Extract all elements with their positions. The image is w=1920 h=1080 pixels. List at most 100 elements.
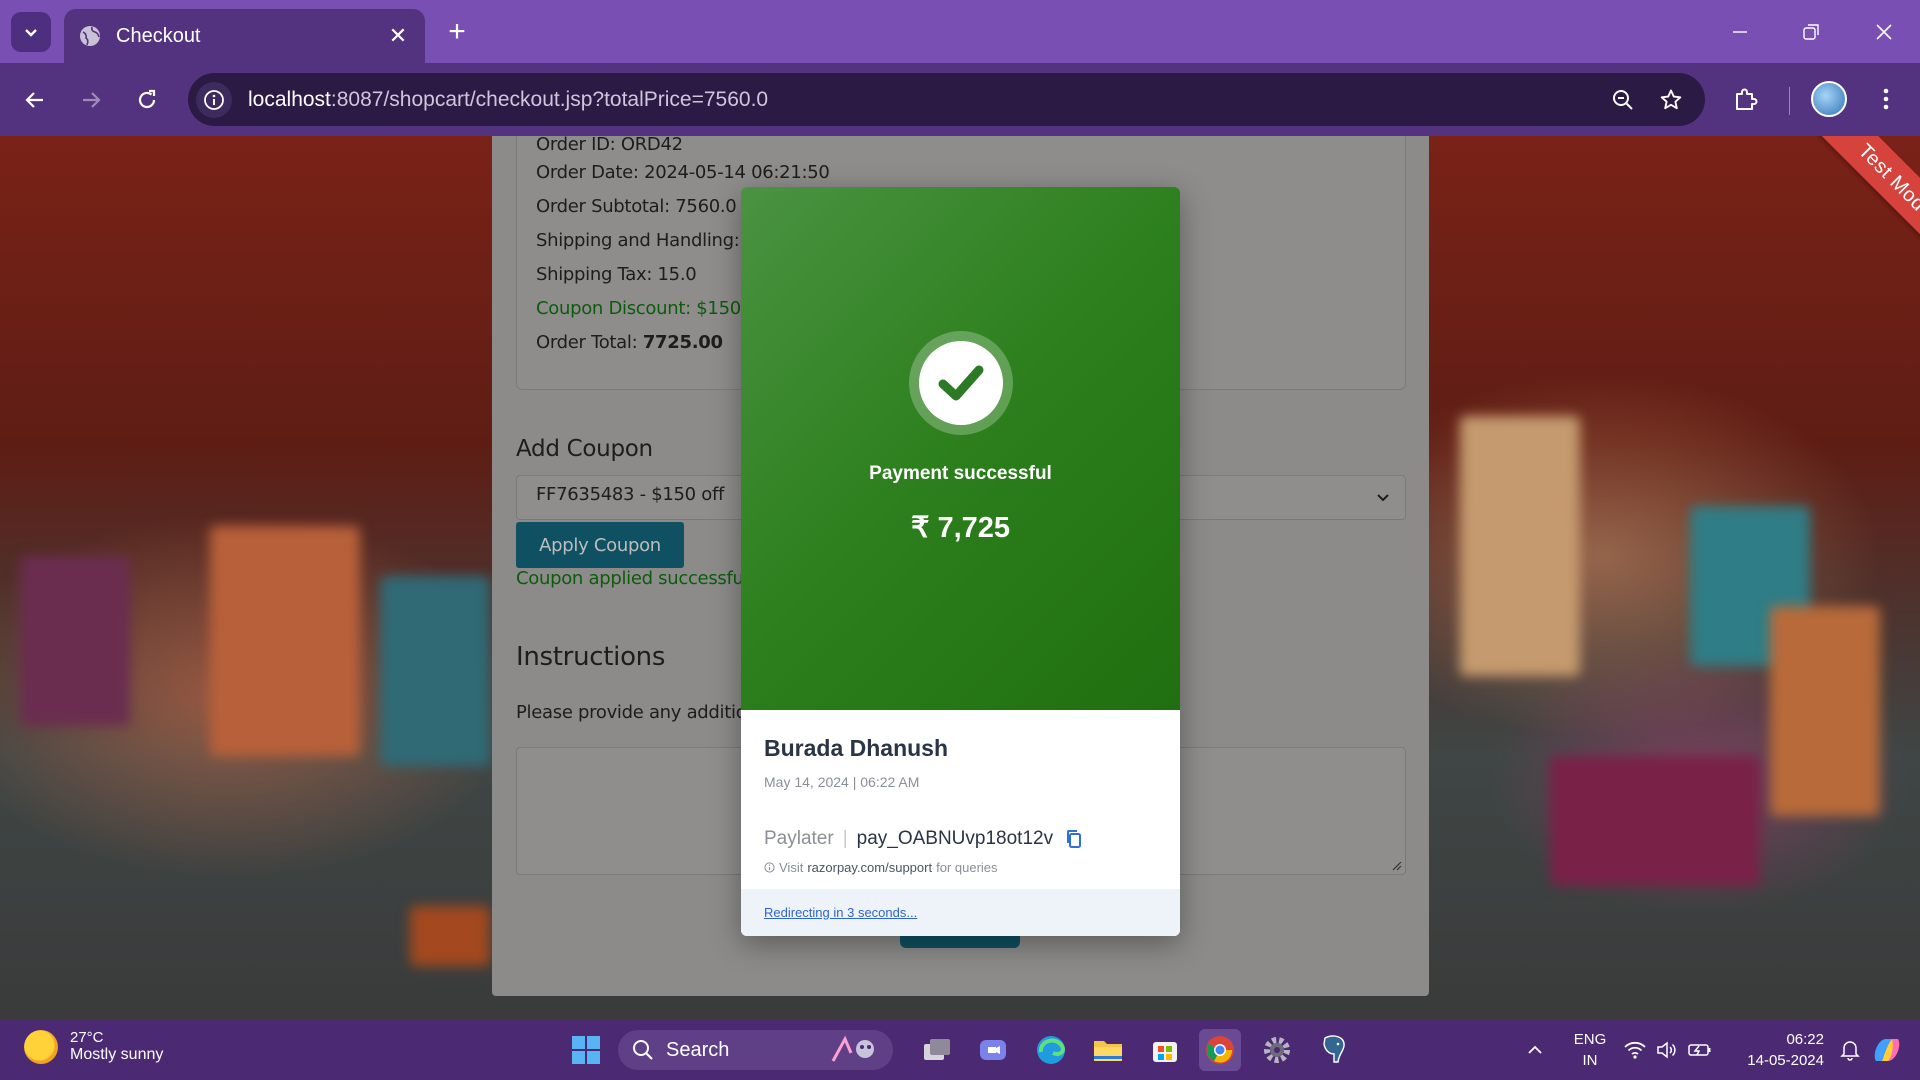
edge-button[interactable]: [1030, 1029, 1072, 1071]
file-explorer-button[interactable]: [1087, 1029, 1129, 1071]
store-icon: [1153, 1042, 1177, 1062]
store-button[interactable]: [1144, 1029, 1186, 1071]
payment-datetime: May 14, 2024 | 06:22 AM: [764, 774, 920, 790]
zoom-button[interactable]: [1603, 80, 1643, 120]
apply-coupon-button[interactable]: Apply Coupon: [516, 522, 684, 568]
chrome-button[interactable]: [1199, 1029, 1241, 1071]
background-decoration: [380, 576, 490, 766]
forward-button[interactable]: [70, 79, 112, 121]
more-vertical-icon: [1883, 88, 1889, 110]
background-decoration: [1460, 416, 1580, 676]
browser-toolbar: localhost:8087/shopcart/checkout.jsp?tot…: [0, 63, 1920, 136]
background-decoration: [410, 906, 490, 966]
tab-checkout[interactable]: Checkout ✕: [64, 9, 425, 63]
tab-search-button[interactable]: [11, 12, 51, 52]
battery-status[interactable]: [1688, 1019, 1712, 1080]
minimize-icon: [1733, 30, 1747, 33]
payment-id: pay_OABNUvp18ot12v: [856, 828, 1054, 849]
extensions-button[interactable]: [1724, 77, 1768, 121]
redirect-bar: Redirecting in 3 seconds...: [741, 889, 1180, 936]
address-bar[interactable]: localhost:8087/shopcart/checkout.jsp?tot…: [188, 73, 1705, 126]
chevron-down-icon: [1377, 494, 1389, 502]
star-icon: [1660, 89, 1682, 109]
weather-condition: Mostly sunny: [70, 1046, 164, 1063]
support-suffix: for queries: [936, 860, 998, 875]
payment-method-row: Paylater | pay_OABNUvp18ot12v: [764, 828, 1083, 850]
shipping-handling: Shipping and Handling:: [536, 230, 740, 251]
profile-avatar[interactable]: [1811, 81, 1847, 117]
start-button[interactable]: [565, 1029, 607, 1071]
browser-menu-button[interactable]: [1864, 77, 1908, 121]
video-chat-icon: [980, 1040, 1006, 1060]
copilot-button[interactable]: [1870, 1019, 1904, 1080]
wifi-icon: [1624, 1041, 1646, 1059]
elephant-icon: [1323, 1035, 1345, 1063]
payment-modal: Payment successful ₹ 7,725 Burada Dhanus…: [741, 187, 1180, 936]
chrome-icon: [1206, 1036, 1234, 1064]
windows-icon: [572, 1036, 600, 1064]
gear-icon: [1264, 1037, 1290, 1063]
task-view-icon: [924, 1039, 950, 1060]
order-total: Order Total: 7725.00: [536, 332, 723, 353]
coupon-applied-message: Coupon applied successfull: [516, 568, 754, 589]
url-text[interactable]: localhost:8087/shopcart/checkout.jsp?tot…: [248, 88, 1603, 112]
taskbar: 27°C Mostly sunny Search ENG IN 06:22 14…: [0, 1019, 1920, 1080]
shipping-tax: Shipping Tax: 15.0: [536, 264, 697, 285]
resize-handle-icon[interactable]: [1390, 859, 1402, 871]
search-icon: [633, 1040, 653, 1060]
show-hidden-icons-button[interactable]: [1526, 1019, 1544, 1080]
copy-icon: [1067, 830, 1082, 848]
network-status[interactable]: [1624, 1019, 1646, 1080]
support-link[interactable]: razorpay.com/support: [807, 860, 932, 875]
browser-tab-bar: Checkout ✕ +: [0, 0, 1920, 63]
toolbar-divider: [1789, 87, 1790, 115]
background-decoration: [1550, 756, 1760, 886]
customer-name: Burada Dhanush: [764, 735, 949, 761]
copy-payment-id-button[interactable]: [1065, 829, 1083, 849]
folder-icon: [1094, 1041, 1122, 1061]
zoom-out-icon: [1613, 89, 1633, 110]
battery-charging-icon: [1688, 1043, 1711, 1056]
payment-details: Burada Dhanush May 14, 2024 | 06:22 AM P…: [741, 710, 1180, 936]
url-host: localhost: [248, 87, 331, 111]
bookmark-button[interactable]: [1651, 80, 1691, 120]
coupon-discount: Coupon Discount: $150: [536, 298, 741, 319]
taskbar-search-label: Search: [666, 1038, 730, 1061]
background-decoration: [20, 556, 130, 726]
payment-status-panel: Payment successful ₹ 7,725: [741, 187, 1180, 710]
minimize-button[interactable]: [1705, 0, 1775, 63]
instructions-heading: Instructions: [516, 642, 666, 672]
restore-button[interactable]: [1776, 0, 1846, 63]
test-mode-label: Test Mode: [1854, 139, 1920, 224]
task-view-button[interactable]: [916, 1029, 958, 1071]
taskbar-search[interactable]: Search: [618, 1030, 893, 1070]
url-path: :8087/shopcart/checkout.jsp?totalPrice=7…: [330, 87, 769, 111]
arrow-right-icon: [83, 92, 101, 108]
volume-control[interactable]: [1656, 1019, 1678, 1080]
redirect-link[interactable]: Redirecting in 3 seconds...: [764, 905, 917, 920]
support-prefix: Visit: [779, 860, 804, 875]
language-indicator[interactable]: ENG IN: [1570, 1029, 1610, 1071]
site-info-button[interactable]: [196, 81, 232, 118]
settings-button[interactable]: [1256, 1029, 1298, 1071]
payment-status-text: Payment successful: [869, 463, 1052, 484]
reload-icon: [138, 89, 156, 109]
postgres-button[interactable]: [1313, 1029, 1355, 1071]
back-button[interactable]: [14, 79, 56, 121]
order-subtotal: Order Subtotal: 7560.0: [536, 196, 737, 217]
new-tab-button[interactable]: +: [440, 15, 474, 49]
teams-button[interactable]: [972, 1029, 1014, 1071]
close-window-button[interactable]: [1849, 0, 1919, 63]
weather-widget[interactable]: 27°C Mostly sunny: [24, 1029, 163, 1064]
close-tab-icon[interactable]: ✕: [385, 23, 411, 49]
sun-icon: [24, 1029, 58, 1064]
tab-title: Checkout: [116, 24, 201, 47]
order-total-label: Order Total:: [536, 332, 643, 353]
method-separator: |: [842, 828, 848, 849]
system-clock[interactable]: 06:22 14-05-2024: [1728, 1029, 1824, 1071]
bell-icon: [1840, 1040, 1860, 1061]
order-date: Order Date: 2024-05-14 06:21:50: [536, 162, 830, 183]
reload-button[interactable]: [126, 79, 168, 121]
info-icon: [764, 862, 775, 873]
notifications-button[interactable]: [1840, 1019, 1860, 1080]
